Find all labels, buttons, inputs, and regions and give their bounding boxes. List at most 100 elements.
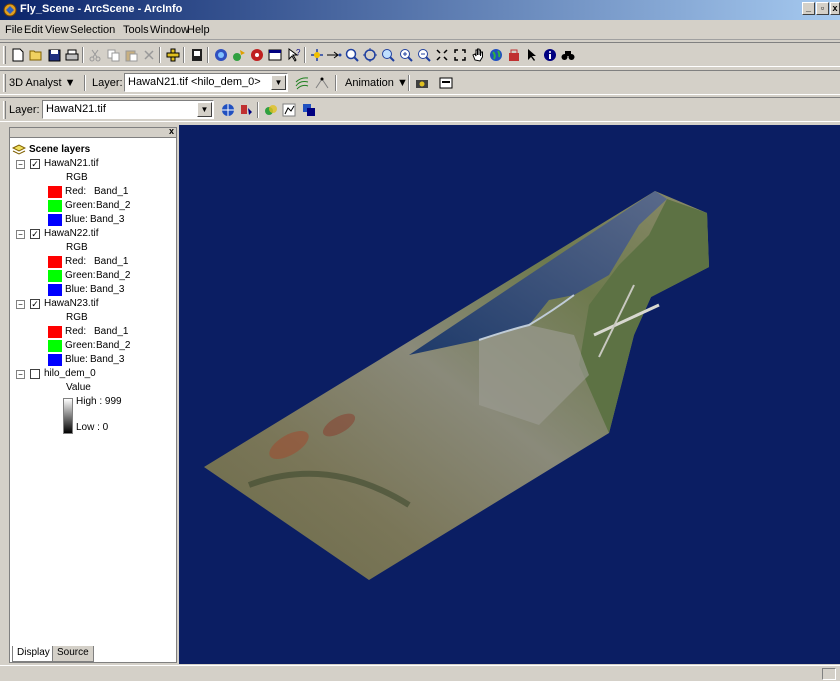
close-button[interactable]: x — [830, 2, 840, 15]
terrain-surface[interactable] — [179, 125, 840, 664]
layer-visibility-checkbox[interactable]: ✓ — [30, 229, 40, 239]
layer-histogram-icon[interactable] — [280, 101, 298, 119]
blue-swatch[interactable] — [48, 354, 62, 366]
full-extent-scene-icon[interactable] — [451, 46, 469, 64]
chevron-down-icon[interactable]: ▼ — [197, 102, 212, 117]
delete-icon[interactable] — [140, 46, 158, 64]
3d-analyst-menu[interactable]: 3D Analyst ▼ — [9, 77, 76, 89]
restore-button[interactable]: ▫ — [816, 2, 829, 15]
fly-icon[interactable] — [230, 46, 248, 64]
layer-swipe-icon[interactable] — [300, 101, 318, 119]
new-icon[interactable] — [9, 46, 27, 64]
menu-edit[interactable]: Edit — [24, 24, 43, 36]
tab-source[interactable]: Source — [52, 646, 94, 662]
full-extent-view-icon[interactable] — [433, 46, 451, 64]
band-value: Band_3 — [90, 284, 125, 295]
toolbar-grip[interactable] — [3, 74, 6, 92]
zoom-to-target-icon[interactable] — [379, 46, 397, 64]
zoom-out-fixed-icon[interactable] — [415, 46, 433, 64]
info-icon[interactable] — [541, 46, 559, 64]
collapse-toggle[interactable]: − — [16, 230, 25, 239]
collapse-toggle[interactable]: − — [16, 160, 25, 169]
green-swatch[interactable] — [48, 200, 62, 212]
arcscene-app-icon — [3, 3, 17, 17]
cut-icon[interactable] — [86, 46, 104, 64]
menu-bar: File Edit View Selection Tools Window He… — [0, 20, 840, 40]
contour-icon[interactable] — [293, 74, 311, 92]
renderer-label: RGB — [66, 172, 88, 183]
layer-select[interactable]: HawaN21.tif ▼ — [42, 100, 214, 119]
layer-globe-icon[interactable] — [219, 101, 237, 119]
save-icon[interactable] — [45, 46, 63, 64]
band-value: Band_2 — [96, 270, 131, 281]
toc-close-button[interactable]: x — [169, 126, 174, 136]
green-swatch[interactable] — [48, 270, 62, 282]
zoom-in-icon[interactable] — [343, 46, 361, 64]
menu-file[interactable]: File — [5, 24, 23, 36]
tab-display[interactable]: Display — [12, 646, 55, 662]
low-value-label: Low : 0 — [76, 422, 109, 433]
chevron-down-icon[interactable]: ▼ — [271, 75, 286, 90]
menu-window[interactable]: Window — [150, 24, 189, 36]
find-binoculars-icon[interactable] — [559, 46, 577, 64]
globe-icon[interactable] — [487, 46, 505, 64]
layer-name[interactable]: hilo_dem_0 — [44, 367, 96, 381]
collapse-toggle[interactable]: − — [16, 300, 25, 309]
animation-menu[interactable]: Animation ▼ — [345, 77, 408, 89]
navigate-icon[interactable] — [212, 46, 230, 64]
band-label: Red: — [65, 326, 87, 337]
minimize-button[interactable]: _ — [802, 2, 815, 15]
scene-view[interactable] — [179, 125, 840, 664]
red-swatch[interactable] — [48, 256, 62, 268]
select-pointer-icon[interactable] — [523, 46, 541, 64]
paste-icon[interactable] — [122, 46, 140, 64]
band-value: Band_3 — [90, 214, 125, 225]
layer-visibility-checkbox[interactable]: ✓ — [30, 159, 40, 169]
menu-selection[interactable]: Selection — [70, 24, 115, 36]
layer-visibility-checkbox[interactable] — [30, 369, 40, 379]
toolbar-grip[interactable] — [3, 46, 6, 64]
zoom-in-out-icon[interactable] — [248, 46, 266, 64]
layer-name[interactable]: HawaN21.tif — [44, 157, 98, 171]
open-icon[interactable] — [27, 46, 45, 64]
menu-help[interactable]: Help — [187, 24, 210, 36]
identify-icon[interactable]: ? — [285, 46, 303, 64]
band-value: Band_1 — [94, 186, 129, 197]
zoom-out-icon[interactable] — [361, 46, 379, 64]
title-bar: Fly_Scene - ArcScene - ArcInfo _ ▫ x — [0, 0, 840, 20]
animation-controls-icon[interactable] — [437, 74, 455, 92]
analyst-layer-select[interactable]: HawaN21.tif <hilo_dem_0> ▼ — [124, 73, 288, 92]
line-of-sight-icon[interactable] — [313, 74, 331, 92]
menu-tools[interactable]: Tools — [123, 24, 149, 36]
layer-name[interactable]: HawaN23.tif — [44, 297, 98, 311]
print-icon[interactable] — [63, 46, 81, 64]
layer-paint-icon[interactable] — [237, 101, 255, 119]
elevation-color-ramp[interactable] — [63, 398, 73, 434]
collapse-toggle[interactable]: − — [16, 370, 25, 379]
red-swatch[interactable] — [48, 326, 62, 338]
capture-view-icon[interactable] — [413, 74, 431, 92]
resize-grip[interactable] — [822, 668, 836, 680]
blue-swatch[interactable] — [48, 214, 62, 226]
set-observer-icon[interactable] — [325, 46, 343, 64]
select-extent-icon[interactable] — [266, 46, 284, 64]
layer-properties-icon[interactable] — [262, 101, 280, 119]
blue-swatch[interactable] — [48, 284, 62, 296]
full-extent-icon[interactable] — [188, 46, 206, 64]
toolbar-grip[interactable] — [3, 101, 6, 119]
pan-icon[interactable] — [469, 46, 487, 64]
layer-name[interactable]: HawaN22.tif — [44, 227, 98, 241]
arc-toolbox-icon[interactable] — [505, 46, 523, 64]
green-swatch[interactable] — [48, 340, 62, 352]
high-value-label: High : 999 — [76, 396, 122, 407]
menu-view[interactable]: View — [45, 24, 69, 36]
toolbar-separator — [82, 47, 84, 63]
copy-icon[interactable] — [104, 46, 122, 64]
band-value: Band_1 — [94, 256, 129, 267]
center-target-icon[interactable] — [308, 46, 326, 64]
zoom-in-fixed-icon[interactable] — [397, 46, 415, 64]
add-data-icon[interactable] — [164, 46, 182, 64]
layer-visibility-checkbox[interactable]: ✓ — [30, 299, 40, 309]
band-label: Green: — [65, 270, 96, 281]
red-swatch[interactable] — [48, 186, 62, 198]
